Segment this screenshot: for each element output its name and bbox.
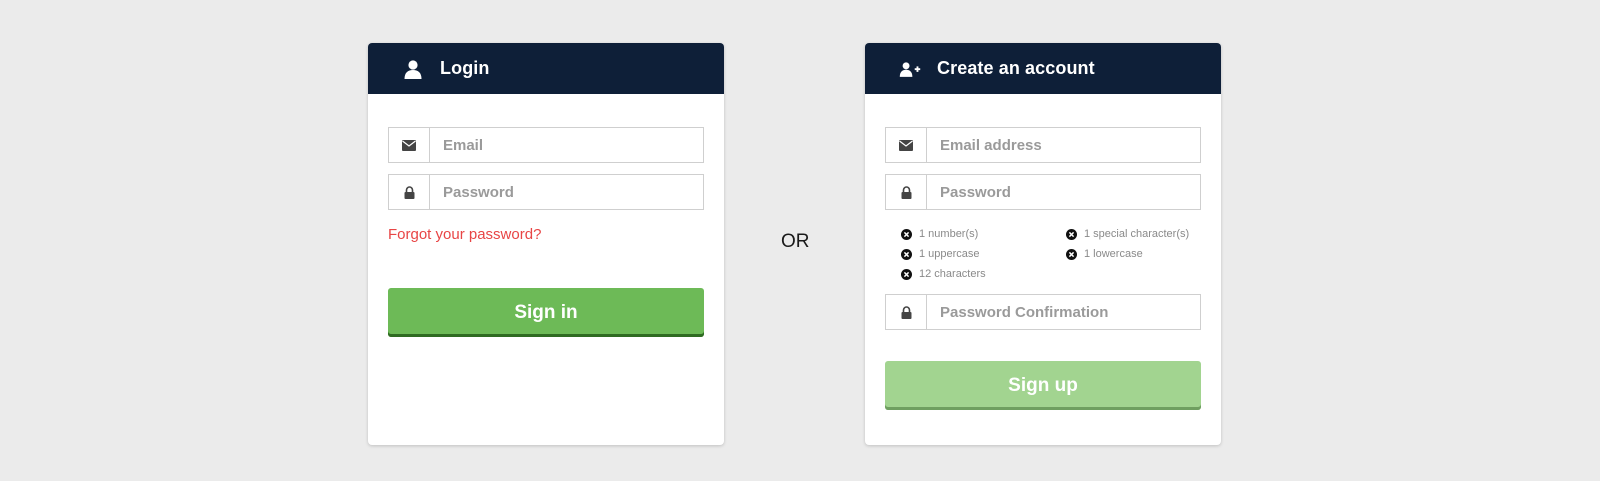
lock-icon bbox=[886, 175, 927, 209]
login-email-field[interactable] bbox=[388, 127, 704, 163]
signup-card: Create an account Email address 1 number… bbox=[865, 43, 1221, 445]
rule-label: 1 lowercase bbox=[1084, 248, 1143, 260]
login-password-field[interactable] bbox=[388, 174, 704, 210]
rule-lowercase: 1 lowercase bbox=[1066, 247, 1201, 261]
password-confirmation-input[interactable] bbox=[927, 295, 1200, 329]
x-circle-icon bbox=[1066, 228, 1077, 240]
rule-label: 12 characters bbox=[919, 268, 986, 280]
signup-title: Create an account bbox=[937, 58, 1095, 78]
rule-special: 1 special character(s) bbox=[1066, 227, 1201, 241]
or-separator: OR bbox=[781, 231, 810, 252]
x-circle-icon bbox=[901, 268, 912, 280]
signin-button[interactable]: Sign in bbox=[388, 288, 704, 337]
rule-length: 12 characters bbox=[901, 267, 1066, 281]
rule-label: 1 uppercase bbox=[919, 248, 980, 260]
login-password-input[interactable] bbox=[430, 175, 703, 209]
user-icon bbox=[402, 58, 424, 80]
password-confirmation-field[interactable] bbox=[885, 294, 1201, 330]
lock-icon bbox=[886, 295, 927, 329]
envelope-icon bbox=[886, 128, 927, 162]
envelope-icon bbox=[389, 128, 430, 162]
rule-uppercase: 1 uppercase bbox=[901, 247, 1066, 261]
password-rules: 1 number(s) 1 special character(s) 1 upp… bbox=[901, 227, 1201, 281]
login-card: Login Forgot your password? Sign in bbox=[368, 43, 724, 445]
rule-label: 1 special character(s) bbox=[1084, 228, 1190, 240]
lock-icon bbox=[389, 175, 430, 209]
rule-number: 1 number(s) bbox=[901, 227, 1066, 241]
forgot-password-link[interactable]: Forgot your password? bbox=[388, 226, 541, 243]
x-circle-icon bbox=[901, 248, 912, 260]
rule-label: 1 number(s) bbox=[919, 228, 979, 240]
x-circle-icon bbox=[1066, 248, 1077, 260]
signup-header: Create an account bbox=[865, 43, 1221, 94]
signup-email-input[interactable] bbox=[927, 128, 1200, 162]
login-email-input[interactable] bbox=[430, 128, 703, 162]
login-header: Login bbox=[368, 43, 724, 94]
login-title: Login bbox=[440, 58, 490, 78]
page: Login Forgot your password? Sign in bbox=[0, 0, 1600, 481]
signup-password-field[interactable] bbox=[885, 174, 1201, 210]
signup-email-field[interactable] bbox=[885, 127, 1201, 163]
user-plus-icon bbox=[899, 58, 921, 80]
x-circle-icon bbox=[901, 228, 912, 240]
signup-password-input[interactable] bbox=[927, 175, 1200, 209]
signup-button[interactable]: Sign up bbox=[885, 361, 1201, 410]
